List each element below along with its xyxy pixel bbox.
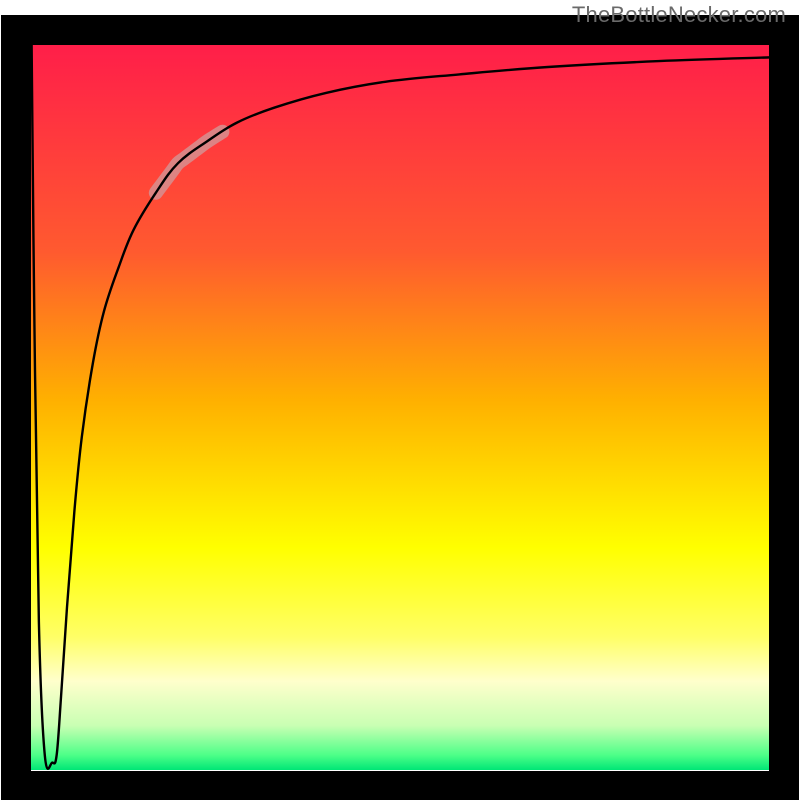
- chart-container: TheBottleNecker.com: [0, 0, 800, 800]
- attribution-label: TheBottleNecker.com: [572, 2, 786, 28]
- bottleneck-chart: [0, 0, 800, 800]
- gradient-background: [30, 30, 770, 770]
- plot-area: [16, 30, 784, 786]
